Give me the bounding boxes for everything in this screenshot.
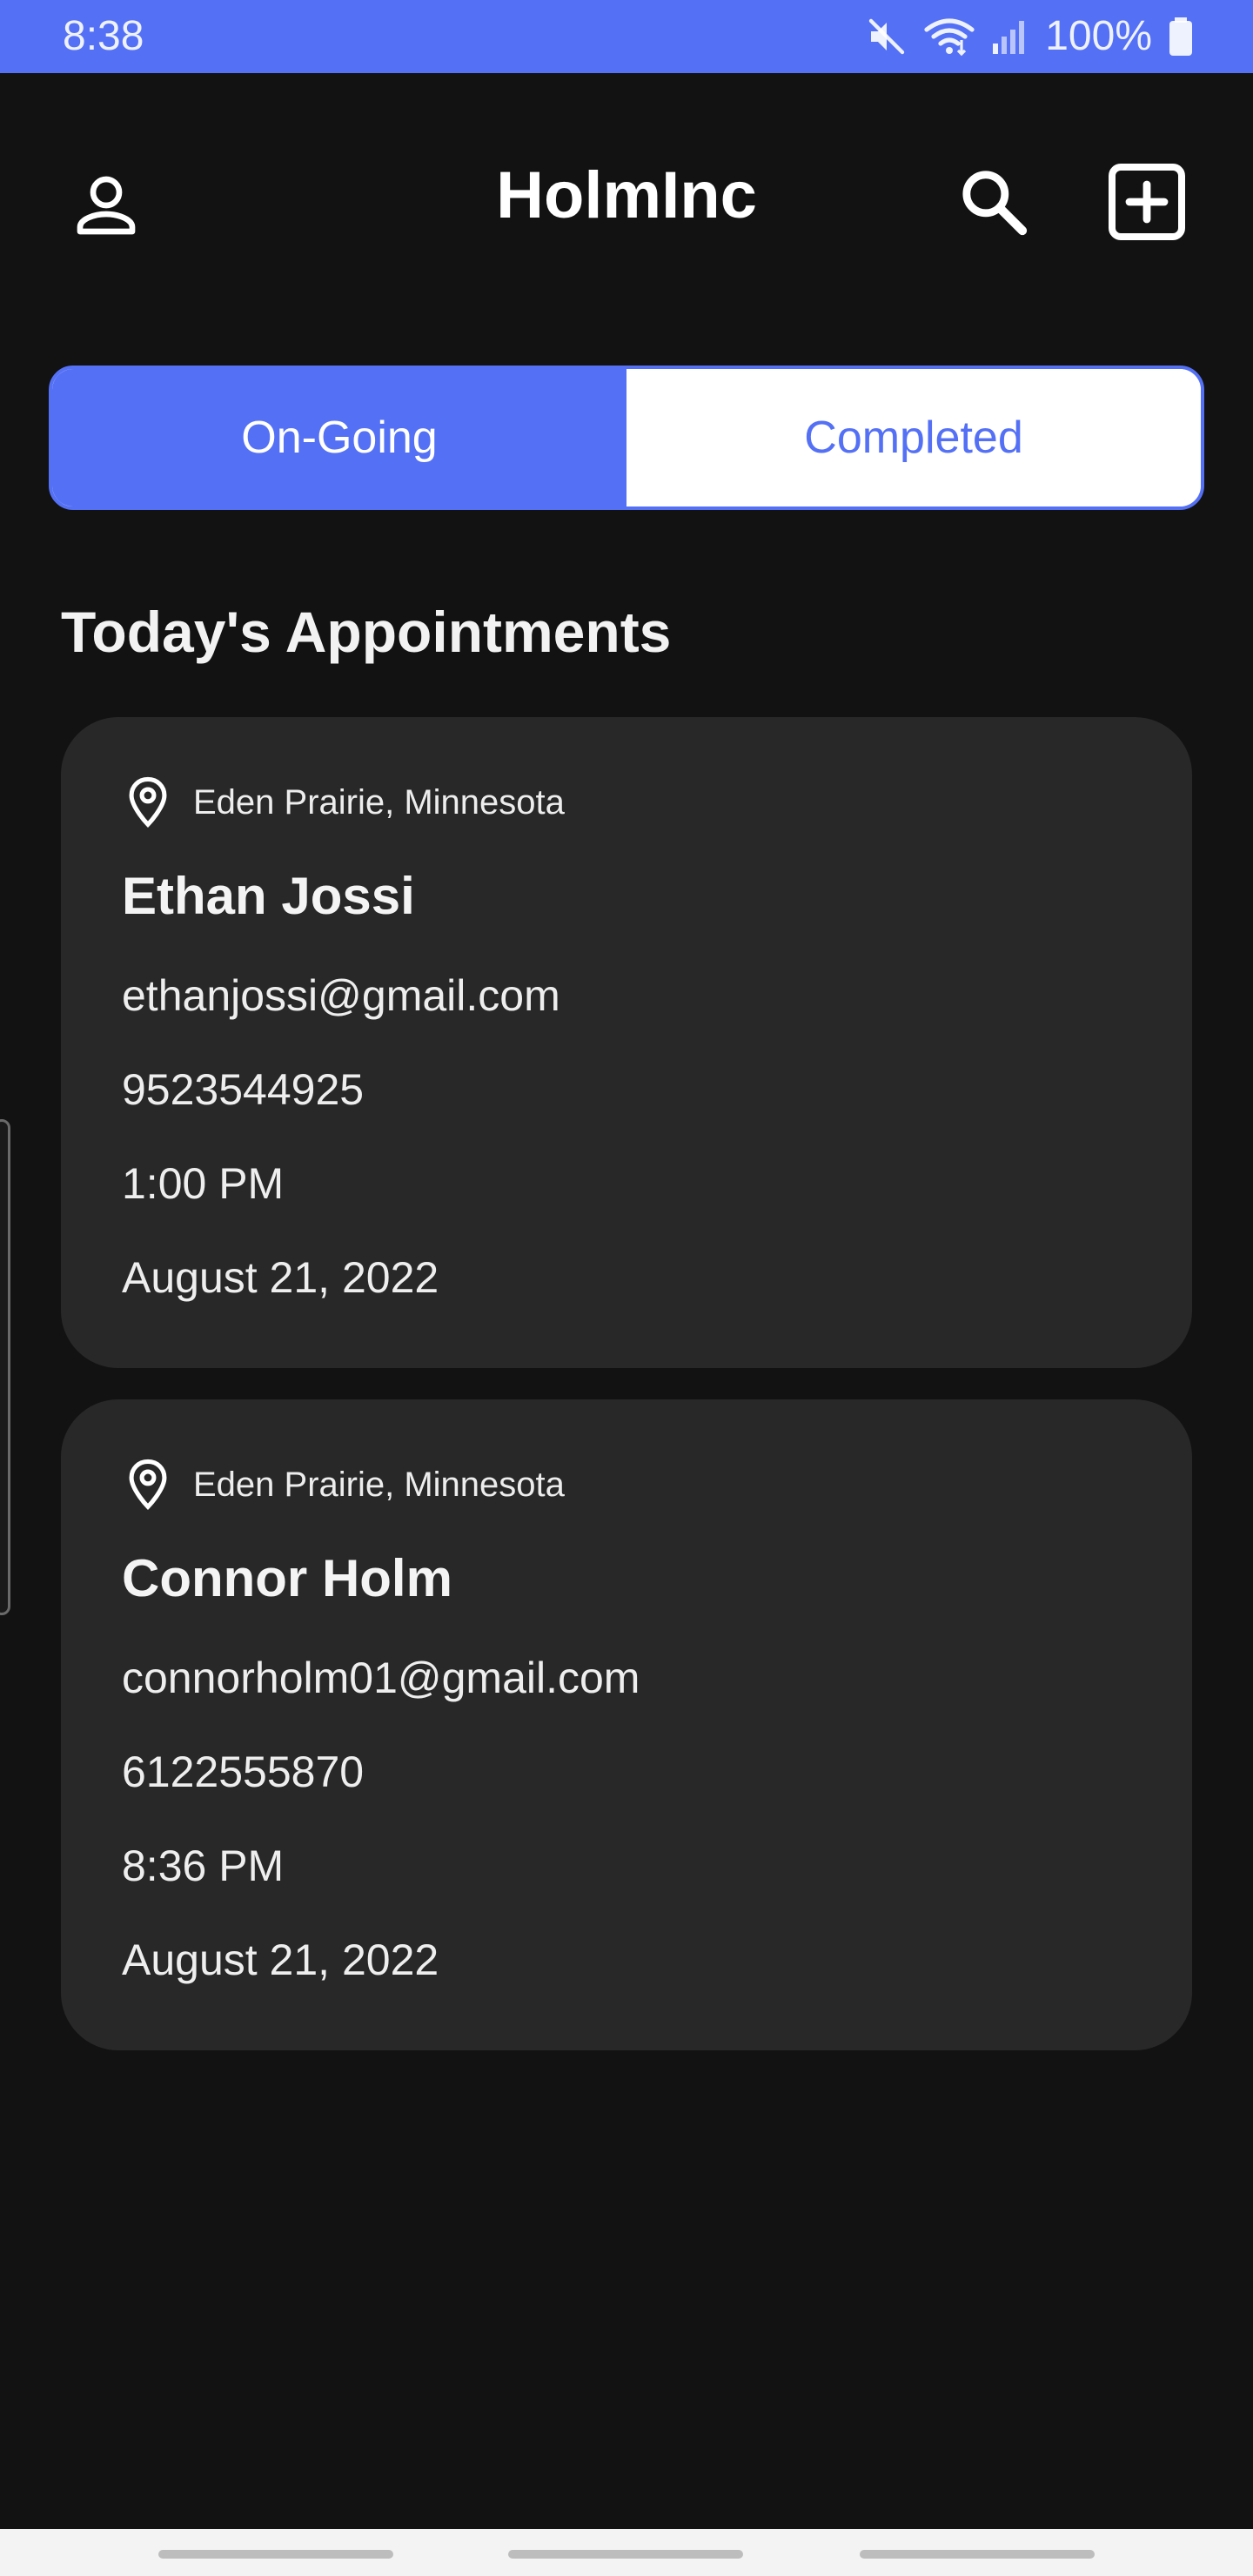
- appointment-time: 1:00 PM: [122, 1159, 285, 1208]
- client-name: Ethan Jossi: [122, 867, 415, 925]
- add-appointment-button[interactable]: [1100, 155, 1194, 249]
- section-title: Today's Appointments: [61, 600, 672, 664]
- client-phone: 9523544925: [122, 1065, 365, 1114]
- tab-on-going[interactable]: On-Going: [52, 369, 626, 506]
- status-tabs: On-Going Completed: [49, 366, 1204, 510]
- appointment-card[interactable]: Eden Prairie, Minnesota Connor Holm conn…: [61, 1399, 1192, 2050]
- status-time: 8:38: [63, 13, 144, 59]
- tab-completed[interactable]: Completed: [626, 369, 1201, 506]
- location-pin-icon: [129, 1459, 167, 1511]
- appointment-date: August 21, 2022: [122, 1935, 439, 1984]
- signal-icon: [991, 16, 1029, 57]
- client-phone: 6122555870: [122, 1748, 365, 1796]
- appointment-card[interactable]: Eden Prairie, Minnesota Ethan Jossi etha…: [61, 717, 1192, 1368]
- status-bar: 8:38 100%: [0, 0, 1253, 73]
- nav-hint-right[interactable]: [860, 2550, 1095, 2559]
- location-pin-icon: [129, 776, 167, 828]
- location-row: Eden Prairie, Minnesota: [127, 1459, 565, 1511]
- search-icon: [962, 171, 1028, 236]
- add-box-icon: [1109, 164, 1185, 240]
- gesture-nav-bar: [0, 2529, 1253, 2576]
- search-button[interactable]: [948, 157, 1039, 247]
- app-bar: HolmInc: [0, 73, 1253, 324]
- client-email: connorholm01@gmail.com: [122, 1654, 640, 1702]
- location-text: Eden Prairie, Minnesota: [193, 782, 565, 822]
- nav-hint-home[interactable]: [508, 2550, 743, 2559]
- client-email: ethanjossi@gmail.com: [122, 971, 560, 1020]
- wifi-icon: [923, 16, 975, 57]
- appointment-time: 8:36 PM: [122, 1841, 285, 1890]
- battery-level: 100%: [1045, 13, 1152, 59]
- mute-icon: [866, 16, 908, 57]
- appointment-list: Eden Prairie, Minnesota Ethan Jossi etha…: [61, 717, 1192, 2082]
- client-name: Connor Holm: [122, 1549, 452, 1607]
- location-row: Eden Prairie, Minnesota: [127, 776, 565, 828]
- edge-panel-handle[interactable]: [0, 1119, 10, 1615]
- battery-icon: [1168, 16, 1194, 57]
- appointment-date: August 21, 2022: [122, 1253, 439, 1302]
- nav-hint-left[interactable]: [158, 2550, 393, 2559]
- location-text: Eden Prairie, Minnesota: [193, 1465, 565, 1504]
- status-icons: 100%: [866, 10, 1194, 63]
- app-title: HolmInc: [496, 158, 757, 232]
